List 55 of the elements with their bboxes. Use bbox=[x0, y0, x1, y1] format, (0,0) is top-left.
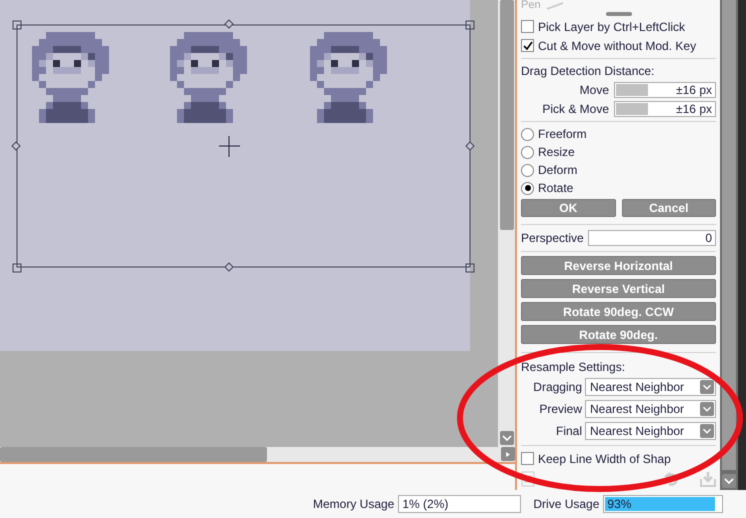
dialog-button[interactable]: OK bbox=[521, 199, 616, 217]
scrollbar-thumb[interactable] bbox=[0, 447, 267, 462]
memory-usage-field: 1% (2%) bbox=[398, 495, 522, 513]
tool-label[interactable]: Pen bbox=[521, 0, 541, 10]
drive-usage-bar: 93% bbox=[603, 495, 724, 513]
caret-icon bbox=[724, 476, 734, 486]
caret-icon bbox=[506, 452, 510, 456]
transform-selection-box[interactable] bbox=[11, 19, 475, 272]
select-label: Dragging bbox=[533, 380, 582, 394]
radio-label: Rotate bbox=[538, 181, 574, 195]
layer-list-icon[interactable] bbox=[521, 471, 535, 487]
perspective-field[interactable]: 0 bbox=[588, 230, 716, 246]
select-label: Final bbox=[556, 424, 582, 438]
checkbox-label: Pick Layer by Ctrl+LeftClick bbox=[538, 20, 686, 34]
memory-usage-label: Memory Usage bbox=[313, 497, 394, 511]
action-button[interactable]: Reverse Horizontal bbox=[521, 256, 716, 275]
panel-grip[interactable] bbox=[606, 12, 632, 16]
scroll-down-button[interactable] bbox=[500, 431, 514, 445]
dropdown[interactable]: Nearest Neighbor bbox=[585, 400, 716, 418]
dialog-button[interactable]: Cancel bbox=[622, 199, 716, 217]
undo-icon[interactable] bbox=[664, 472, 680, 486]
crosshair-icon bbox=[218, 136, 240, 158]
scroll-down-button[interactable] bbox=[722, 474, 736, 488]
radio-label: Resize bbox=[538, 145, 575, 159]
checkbox[interactable] bbox=[521, 452, 534, 465]
radio-button[interactable] bbox=[521, 128, 534, 140]
radio-button[interactable] bbox=[521, 182, 534, 194]
slider-label: Move bbox=[580, 82, 609, 96]
action-button[interactable]: Reverse Vertical bbox=[521, 279, 716, 298]
slider-label: Pick & Move bbox=[542, 102, 609, 116]
scroll-right-button[interactable] bbox=[501, 447, 515, 461]
scrollbar-thumb[interactable] bbox=[722, 0, 736, 470]
select-label: Preview bbox=[539, 402, 582, 416]
caret-icon bbox=[700, 380, 714, 394]
radio-button[interactable] bbox=[521, 164, 534, 176]
field-label: Perspective bbox=[521, 231, 584, 245]
distance-slider[interactable]: ±16 px bbox=[614, 82, 716, 98]
checkbox-label: Keep Line Width of Shap bbox=[538, 452, 671, 466]
dropdown[interactable]: Nearest Neighbor bbox=[585, 378, 716, 396]
caret-icon bbox=[700, 424, 714, 438]
caret-icon bbox=[700, 402, 714, 416]
checkbox[interactable] bbox=[521, 20, 534, 33]
scrollbar-thumb[interactable] bbox=[500, 0, 514, 230]
action-button[interactable]: Rotate 90deg. CCW bbox=[521, 302, 716, 321]
radio-button[interactable] bbox=[521, 146, 534, 158]
section-title: Drag Detection Distance: bbox=[521, 63, 656, 80]
action-button[interactable]: Rotate 90deg. bbox=[521, 325, 716, 344]
checkbox-label: Cut & Move without Mod. Key bbox=[538, 38, 696, 52]
checkbox[interactable] bbox=[521, 39, 534, 52]
section-title: Resample Settings: bbox=[521, 359, 626, 376]
radio-label: Deform bbox=[538, 163, 578, 177]
radio-label: Freeform bbox=[538, 127, 587, 141]
distance-slider[interactable]: ±16 px bbox=[614, 100, 716, 116]
drive-usage-label: Drive Usage bbox=[533, 497, 600, 511]
dropdown[interactable]: Nearest Neighbor bbox=[585, 422, 716, 440]
